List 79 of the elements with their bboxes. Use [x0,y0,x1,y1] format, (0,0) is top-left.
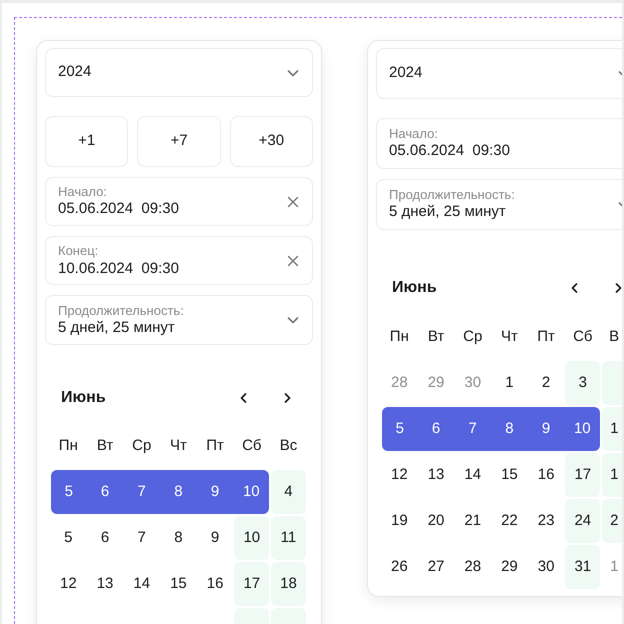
date-field[interactable]: Начало: 05.06.2024 09:30 [376,118,622,169]
calendar-day[interactable]: 31 [564,544,602,590]
calendar-day[interactable]: 10 [564,406,602,452]
calendar-day[interactable]: 29 [491,544,528,590]
calendar-day[interactable]: 15 [160,560,197,607]
calendar-day[interactable]: 9 [196,468,234,515]
calendar-day[interactable]: 16 [196,560,234,607]
weekday-label: Сб [241,436,262,456]
calendar-day[interactable]: 9 [528,406,564,452]
weekday-label: Сб [572,326,594,347]
calendar-day[interactable]: 7 [454,406,492,452]
calendar-day[interactable]: 13 [418,452,454,498]
calendar-day[interactable]: 5 [50,514,87,561]
month-title: Июнь [392,278,438,298]
calendar-day[interactable]: 16 [528,452,564,498]
weekday-label: Пн [388,326,410,347]
calendar-day[interactable]: 4 [270,468,307,515]
weekday-label: Ср [131,436,152,456]
calendar-day[interactable]: 6 [418,406,454,452]
calendar-day[interactable]: 10 [233,514,270,561]
year-select[interactable]: 2024 [45,48,313,98]
calendar-day[interactable]: 15 [491,452,528,498]
weekday-label: Ср [462,326,484,347]
calendar-day[interactable]: 18 [270,560,307,607]
calendar-day[interactable]: 27 [418,544,454,590]
date-field[interactable]: Конец: 10.06.2024 09:30 [45,236,313,286]
calendar-day[interactable]: 8 [160,468,197,515]
calendar-day[interactable]: 17 [233,560,270,607]
calendar-day[interactable]: 22 [491,498,528,544]
calendar-day[interactable]: 9 [196,514,234,561]
quick-add-button[interactable]: +1 [45,116,128,168]
calendar-day[interactable]: 2 [528,360,564,406]
calendar-day[interactable]: 26 [381,544,418,590]
calendar-day[interactable]: 19 [381,498,418,544]
calendar-day[interactable]: 30 [528,544,564,590]
calendar-day[interactable]: 13 [86,560,124,607]
calendar-day[interactable]: 10 [233,468,270,515]
calendar-day[interactable]: 1 [491,360,528,406]
calendar-day[interactable]: 12 [50,560,87,607]
weekday-label: Пт [205,436,225,456]
calendar-day[interactable]: 5 [50,468,87,515]
calendar-day[interactable]: 6 [86,468,124,515]
quick-add-button[interactable]: +7 [137,116,221,168]
calendar-day[interactable]: 1 [601,406,622,452]
weekday-label: Вт [96,436,114,456]
calendar-day[interactable]: 7 [123,514,160,561]
year-select[interactable]: 2024 [376,48,622,99]
weekday-label: Чт [168,436,188,456]
close-icon[interactable] [286,194,300,209]
calendar-day[interactable]: 1 [601,452,622,498]
weekday-label: Пт [536,326,556,347]
calendar-day[interactable]: 11 [270,514,307,561]
calendar-day[interactable]: 23 [528,498,564,544]
weekday-label: В [608,326,620,347]
calendar-day[interactable]: 24 [564,498,602,544]
calendar-day[interactable]: 14 [454,452,492,498]
calendar-day[interactable]: 6 [86,514,124,561]
calendar-day[interactable]: 20 [418,498,454,544]
calendar-day[interactable]: 28 [454,544,492,590]
weekday-label: Чт [500,326,519,347]
calendar-day[interactable]: 5 [381,406,418,452]
duration-select[interactable]: Продолжительность: 5 дней, 25 минут [376,179,622,230]
calendar-day[interactable]: 3 [564,360,602,406]
month-title: Июнь [61,388,107,408]
quick-add-button[interactable]: +30 [230,116,313,168]
date-field[interactable]: Начало: 05.06.2024 09:30 [45,177,313,226]
weekday-label: Пн [58,436,79,456]
calendar-day[interactable]: 7 [123,468,160,515]
weekday-label: Вс [278,436,298,456]
duration-select[interactable]: Продолжительность: 5 дней, 25 минут [45,295,313,345]
calendar-day[interactable]: 14 [123,560,160,607]
calendar-day[interactable]: 17 [564,452,602,498]
calendar-day[interactable]: 2 [601,498,622,544]
calendar-day[interactable]: 12 [381,452,418,498]
calendar-day[interactable]: 21 [454,498,492,544]
calendar-day[interactable]: 8 [160,514,197,561]
close-icon[interactable] [286,254,300,268]
weekday-label: Вт [426,326,446,347]
calendar-day[interactable]: 8 [491,406,528,452]
